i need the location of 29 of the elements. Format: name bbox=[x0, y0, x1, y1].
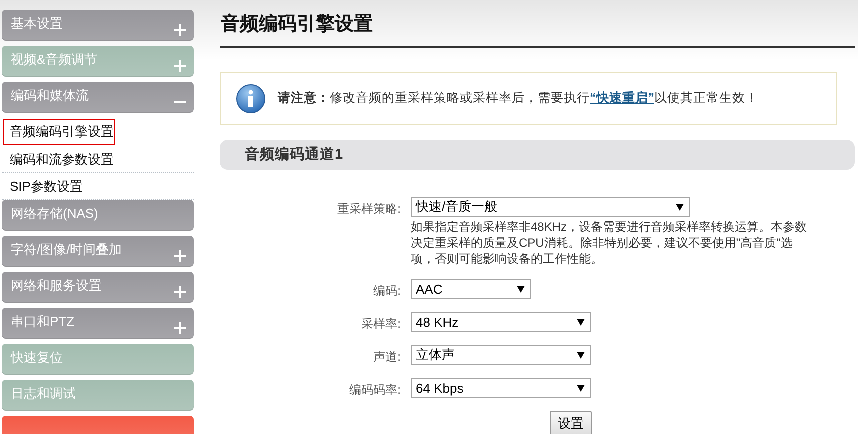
caret-icon bbox=[577, 352, 585, 358]
expand-icon bbox=[174, 24, 186, 36]
field-label: 重采样策略: bbox=[336, 201, 401, 218]
sidebar-item[interactable]: 音频编码引擎设置 bbox=[3, 119, 115, 145]
field-label: 编码: bbox=[372, 283, 401, 300]
caret-icon bbox=[577, 318, 585, 326]
help-text: 如果指定音频采样率非48KHz，设备需要进行音频采样率转换运算。本参数决定重采样的质量及CPU消耗。除非特别必要，建议不要使用"高音质"选项，否则可能影响设备的工作性能。 bbox=[411, 219, 808, 267]
expand-icon bbox=[174, 250, 186, 262]
caret-icon bbox=[517, 286, 525, 292]
info-icon bbox=[236, 84, 266, 114]
dropdown[interactable]: AAC bbox=[411, 279, 531, 299]
expand-icon bbox=[174, 286, 186, 298]
dropdown[interactable]: 立体声 bbox=[411, 345, 591, 365]
restart-link[interactable]: “快速重启” bbox=[590, 91, 654, 105]
dropdown[interactable]: 64 Kbps bbox=[411, 378, 591, 398]
notice-text: 请注意：修改音频的重采样策略或采样率后，需要执行“快速重启”以使其正常生效！ bbox=[278, 90, 758, 107]
page-title: 音频编码引擎设置 bbox=[220, 0, 855, 48]
dropdown[interactable]: 48 KHz bbox=[411, 312, 591, 332]
sidebar-item[interactable]: 编码和流参数设置 bbox=[2, 146, 194, 173]
dropdown[interactable]: 快速/音质一般 bbox=[411, 197, 690, 217]
set-button[interactable]: 设置 bbox=[550, 411, 592, 434]
field-label: 采样率: bbox=[360, 316, 401, 333]
section-header: 音频编码通道1 bbox=[220, 140, 855, 170]
field-label: 编码码率: bbox=[348, 382, 401, 399]
caret-icon bbox=[676, 204, 684, 210]
expand-icon bbox=[174, 60, 186, 72]
expand-icon bbox=[174, 322, 186, 334]
field-label: 声道: bbox=[372, 349, 401, 366]
caret-icon bbox=[577, 384, 585, 392]
